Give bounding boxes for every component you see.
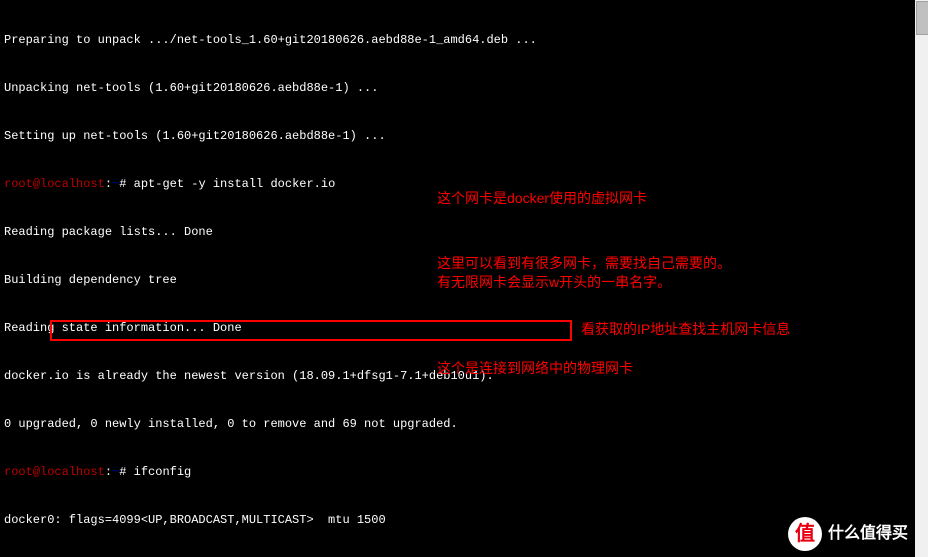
iface-header: docker0: flags=4099<UP,BROADCAST,MULTICA… [4, 512, 919, 528]
output-line: Setting up net-tools (1.60+git20180626.a… [4, 128, 919, 144]
output-line: Preparing to unpack .../net-tools_1.60+g… [4, 32, 919, 48]
prompt-user: root [4, 177, 33, 191]
watermark-icon: 值 [788, 517, 822, 551]
command-text: ifconfig [134, 465, 192, 479]
prompt-line[interactable]: root@localhost:~# ifconfig [4, 464, 919, 480]
annotation-docker-nic: 这个网卡是docker使用的虚拟网卡 [437, 190, 647, 206]
command-text: apt-get -y install docker.io [134, 177, 336, 191]
prompt-at: @ [33, 177, 40, 191]
watermark-text: 什么值得买 [828, 526, 908, 542]
prompt-end: # [119, 465, 126, 479]
scrollbar-thumb[interactable] [916, 1, 928, 35]
annotation-many-nics: 这里可以看到有很多网卡，需要找自己需要的。 [437, 255, 731, 271]
output-line: Unpacking net-tools (1.60+git20180626.ae… [4, 80, 919, 96]
prompt-host: localhost [40, 465, 105, 479]
prompt-colon: : [105, 465, 112, 479]
prompt-user: root [4, 465, 33, 479]
prompt-host: localhost [40, 177, 105, 191]
prompt-colon: : [105, 177, 112, 191]
prompt-at: @ [33, 465, 40, 479]
annotation-wireless: 有无限网卡会显示w开头的一串名字。 [437, 274, 671, 290]
output-line: Reading package lists... Done [4, 224, 919, 240]
scrollbar-vertical[interactable] [915, 0, 928, 557]
annotation-ip-lookup: 看获取的IP地址查找主机网卡信息 [581, 321, 790, 337]
output-line: 0 upgraded, 0 newly installed, 0 to remo… [4, 416, 919, 432]
terminal-viewport[interactable]: Preparing to unpack .../net-tools_1.60+g… [0, 0, 923, 557]
prompt-end: # [119, 177, 126, 191]
watermark-icon-char: 值 [795, 526, 815, 542]
watermark: 值 什么值得买 [788, 517, 908, 551]
annotation-physical-nic: 这个是连接到网络中的物理网卡 [437, 360, 633, 376]
